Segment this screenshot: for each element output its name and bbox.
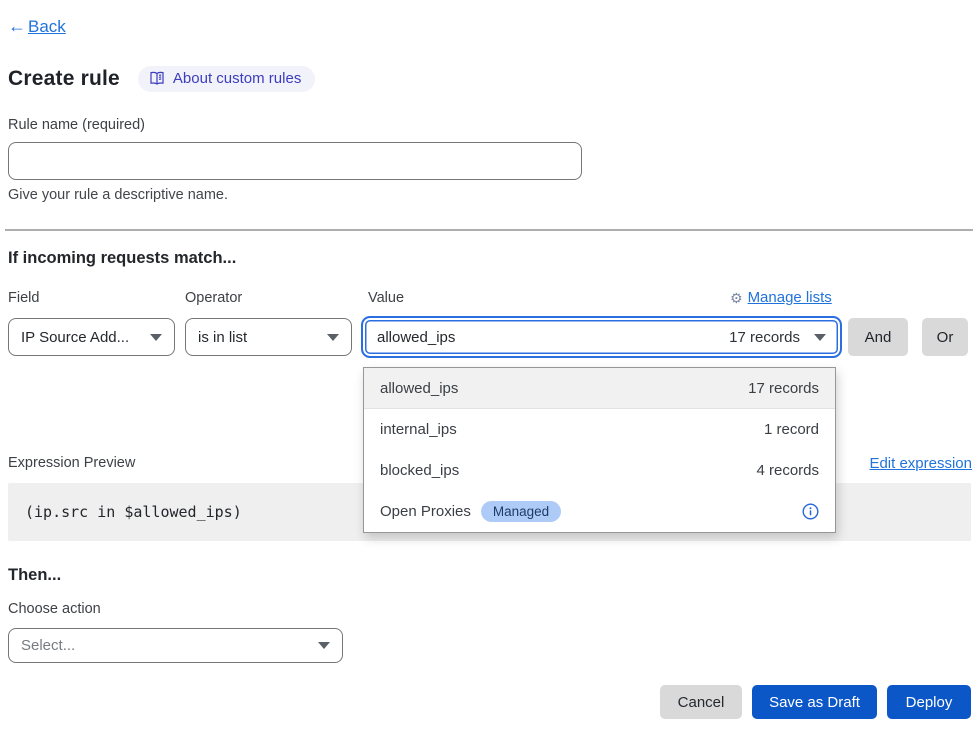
expression-preview-label: Expression Preview (8, 455, 135, 471)
value-column-label: Value (368, 290, 404, 306)
field-select-value: IP Source Add... (21, 329, 150, 346)
rule-name-input[interactable] (8, 142, 582, 180)
dropdown-item-blocked-ips[interactable]: blocked_ips 4 records (364, 450, 835, 491)
create-rule-page: ←Back Create rule About custom rules Rul… (0, 0, 979, 739)
field-select[interactable]: IP Source Add... (8, 318, 175, 356)
edit-expression-link[interactable]: Edit expression (869, 455, 972, 472)
title-row: Create rule About custom rules (8, 66, 315, 92)
or-button[interactable]: Or (922, 318, 968, 356)
managed-badge: Managed (481, 501, 561, 522)
expression-code: (ip.src in $allowed_ips) (25, 503, 242, 521)
value-select-value: allowed_ips (377, 329, 729, 346)
manage-lists-link[interactable]: ⚙ Manage lists (730, 289, 842, 306)
and-button[interactable]: And (848, 318, 908, 356)
back-arrow-icon: ← (8, 16, 26, 37)
action-select-placeholder: Select... (21, 637, 318, 654)
about-custom-rules-label: About custom rules (173, 70, 301, 87)
field-column-label: Field (8, 290, 39, 306)
book-icon (149, 71, 165, 86)
list-name: allowed_ips (380, 380, 748, 397)
list-name: blocked_ips (380, 462, 756, 479)
save-as-draft-button[interactable]: Save as Draft (752, 685, 877, 719)
value-dropdown-panel: allowed_ips 17 records internal_ips 1 re… (363, 367, 836, 533)
list-record-count: 4 records (756, 462, 819, 479)
operator-select-value: is in list (198, 329, 327, 346)
back-link[interactable]: ←Back (8, 16, 66, 37)
about-custom-rules-link[interactable]: About custom rules (138, 66, 315, 92)
list-name: internal_ips (380, 421, 764, 438)
dropdown-item-allowed-ips[interactable]: allowed_ips 17 records (364, 368, 835, 409)
rule-name-helper-text: Give your rule a descriptive name. (8, 187, 228, 203)
then-section-heading: Then... (8, 566, 61, 585)
deploy-button[interactable]: Deploy (887, 685, 971, 719)
list-record-count: 1 record (764, 421, 819, 438)
dropdown-item-open-proxies[interactable]: Open Proxies Managed (364, 491, 835, 532)
page-title: Create rule (8, 67, 120, 91)
rule-name-label: Rule name (required) (8, 117, 145, 133)
chevron-down-icon (327, 334, 339, 341)
chevron-down-icon (814, 334, 826, 341)
match-section-heading: If incoming requests match... (8, 249, 236, 268)
value-select[interactable]: allowed_ips 17 records (361, 316, 842, 358)
manage-lists-label: Manage lists (748, 289, 832, 306)
list-name: Open Proxies (380, 503, 471, 520)
cancel-button[interactable]: Cancel (660, 685, 742, 719)
info-icon[interactable] (802, 503, 819, 520)
operator-select[interactable]: is in list (185, 318, 352, 356)
back-link-label: Back (28, 17, 66, 37)
gear-icon: ⚙ (730, 291, 743, 305)
list-record-count: 17 records (748, 380, 819, 397)
chevron-down-icon (150, 334, 162, 341)
choose-action-label: Choose action (8, 601, 101, 617)
operator-column-label: Operator (185, 290, 242, 306)
value-select-record-count: 17 records (729, 329, 800, 346)
chevron-down-icon (318, 642, 330, 649)
dropdown-item-internal-ips[interactable]: internal_ips 1 record (364, 409, 835, 450)
section-divider (5, 229, 973, 231)
action-select[interactable]: Select... (8, 628, 343, 663)
